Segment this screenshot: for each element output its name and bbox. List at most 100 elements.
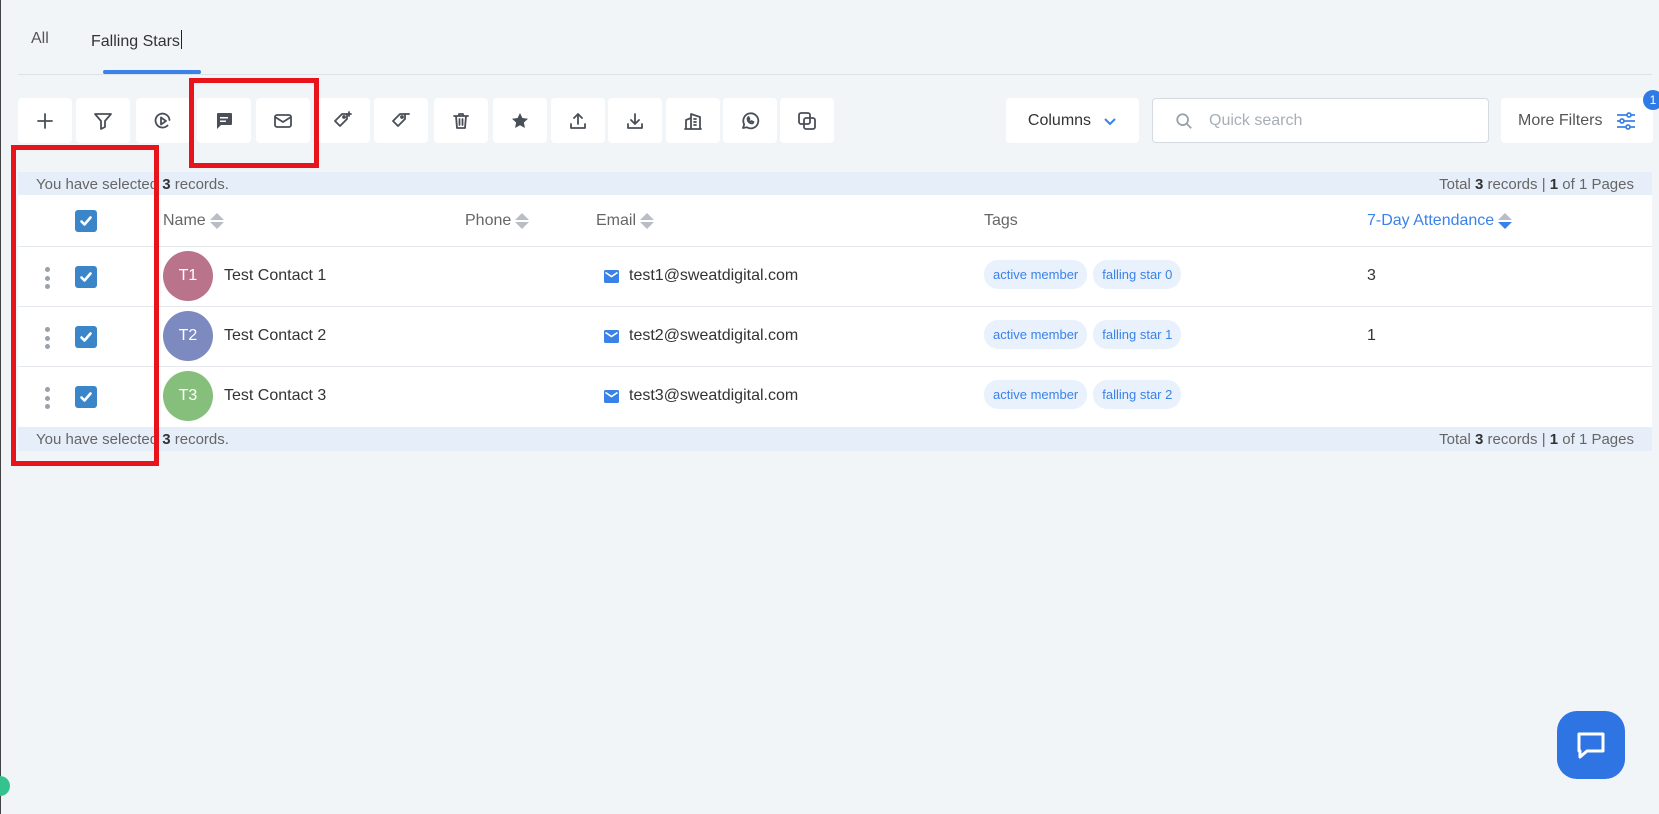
- attendance-value: 3: [1367, 267, 1376, 284]
- avatar: T2: [163, 311, 213, 361]
- check-icon: [80, 392, 92, 402]
- sliders-icon: [1617, 111, 1636, 130]
- selection-info: You have selected 3 records.: [36, 431, 229, 448]
- sort-icon: [640, 213, 655, 229]
- avatar: T1: [163, 251, 213, 301]
- add-tag-icon: [334, 110, 352, 127]
- contact-email[interactable]: test2@sweatdigital.com: [604, 327, 798, 345]
- pagination-info: Total 3 records | 1 of 1 Pages: [1439, 431, 1634, 448]
- attendance-value: 1: [1367, 327, 1376, 344]
- more-filters-button[interactable]: More Filters: [1501, 98, 1653, 143]
- duplicate-button[interactable]: [780, 98, 834, 143]
- tag-chip[interactable]: falling star 1: [1093, 320, 1182, 349]
- upload-icon: [570, 112, 586, 129]
- more-filters-label: More Filters: [1518, 111, 1603, 129]
- columns-label: Columns: [1027, 111, 1092, 129]
- select-all-checkbox[interactable]: [75, 210, 97, 232]
- filter-button[interactable]: [76, 98, 130, 143]
- envelope-icon: [604, 389, 619, 403]
- remove-tag-icon: [392, 112, 410, 127]
- contact-email[interactable]: test1@sweatdigital.com: [604, 267, 798, 285]
- contacts-table: Name Phone Email Tags 7-Day Attendance T…: [18, 195, 1652, 427]
- contact-email[interactable]: test3@sweatdigital.com: [604, 387, 798, 405]
- sort-icon: [515, 213, 530, 229]
- delete-button[interactable]: [434, 98, 488, 143]
- contact-name[interactable]: Test Contact 2: [224, 327, 326, 345]
- active-tab-indicator: [103, 70, 201, 74]
- row-menu-icon[interactable]: [42, 387, 52, 409]
- duplicate-icon: [798, 111, 816, 130]
- favorite-button[interactable]: [493, 98, 547, 143]
- chevron-down-icon: [1104, 117, 1116, 125]
- header-phone[interactable]: Phone: [465, 212, 530, 230]
- window-edge: [0, 0, 1, 814]
- status-indicator[interactable]: [0, 776, 10, 796]
- header-tags: Tags: [984, 212, 1018, 229]
- tag-chip[interactable]: active member: [984, 320, 1088, 349]
- send-message-button[interactable]: [197, 98, 251, 143]
- automation-button[interactable]: [136, 98, 190, 143]
- row-menu-icon[interactable]: [42, 327, 52, 349]
- chat-support-button[interactable]: [1557, 711, 1625, 779]
- view-tabs: All Falling Stars: [18, 0, 1652, 75]
- pagination-info: Total 3 records | 1 of 1 Pages: [1439, 176, 1634, 193]
- automation-icon: [154, 112, 171, 128]
- building-icon: [684, 112, 702, 130]
- company-button[interactable]: [666, 98, 720, 143]
- selection-bar-top: You have selected 3 records. Total 3 rec…: [18, 172, 1652, 196]
- row-menu-icon[interactable]: [42, 267, 52, 289]
- add-button[interactable]: [18, 98, 72, 143]
- columns-dropdown[interactable]: Columns: [1006, 98, 1139, 143]
- header-email[interactable]: Email: [596, 212, 655, 230]
- upload-button[interactable]: [551, 98, 605, 143]
- table-row[interactable]: T1 Test Contact 1 test1@sweatdigital.com…: [18, 247, 1652, 307]
- search-input[interactable]: [1209, 111, 1469, 130]
- header-attendance[interactable]: 7-Day Attendance: [1367, 212, 1513, 230]
- header-name[interactable]: Name: [163, 212, 224, 230]
- selection-bar-bottom: You have selected 3 records. Total 3 rec…: [18, 427, 1652, 451]
- add-tag-button[interactable]: [316, 98, 370, 143]
- download-icon: [627, 112, 643, 129]
- email-icon: [274, 113, 292, 128]
- row-checkbox[interactable]: [75, 326, 97, 348]
- table-row[interactable]: T3 Test Contact 3 test3@sweatdigital.com…: [18, 367, 1652, 427]
- chat-bubble-icon: [1577, 732, 1605, 759]
- tag-list: active member falling star 2: [984, 380, 1182, 409]
- whatsapp-button[interactable]: [723, 98, 777, 143]
- table-header: Name Phone Email Tags 7-Day Attendance: [18, 195, 1652, 247]
- contact-name[interactable]: Test Contact 1: [224, 267, 326, 285]
- tag-chip[interactable]: falling star 0: [1093, 260, 1182, 289]
- message-icon: [217, 112, 232, 129]
- check-icon: [80, 332, 92, 342]
- sort-icon: [209, 213, 224, 229]
- send-email-button[interactable]: [256, 98, 310, 143]
- row-checkbox[interactable]: [75, 386, 97, 408]
- text-cursor: [180, 30, 182, 49]
- tab-all[interactable]: All: [31, 30, 49, 48]
- table-row[interactable]: T2 Test Contact 2 test2@sweatdigital.com…: [18, 307, 1652, 367]
- tab-falling-stars-label: Falling Stars: [91, 33, 180, 50]
- envelope-icon: [604, 269, 619, 283]
- filters-count-badge: 1: [1643, 90, 1659, 110]
- tag-list: active member falling star 0: [984, 260, 1182, 289]
- tab-falling-stars[interactable]: Falling Stars: [91, 30, 182, 51]
- quick-search: [1152, 98, 1489, 143]
- tag-chip[interactable]: falling star 2: [1093, 380, 1182, 409]
- star-icon: [512, 112, 528, 128]
- row-checkbox[interactable]: [75, 266, 97, 288]
- filter-icon: [94, 112, 112, 130]
- search-icon: [1176, 112, 1192, 129]
- sort-icon: [1498, 213, 1513, 229]
- remove-tag-button[interactable]: [374, 98, 428, 143]
- contact-name[interactable]: Test Contact 3: [224, 387, 326, 405]
- tag-chip[interactable]: active member: [984, 380, 1088, 409]
- trash-icon: [453, 112, 469, 129]
- add-icon: [37, 112, 53, 129]
- avatar: T3: [163, 371, 213, 421]
- tag-list: active member falling star 1: [984, 320, 1182, 349]
- download-button[interactable]: [608, 98, 662, 143]
- check-icon: [80, 216, 92, 226]
- whatsapp-icon: [742, 111, 760, 129]
- tag-chip[interactable]: active member: [984, 260, 1088, 289]
- selection-info: You have selected 3 records.: [36, 176, 229, 193]
